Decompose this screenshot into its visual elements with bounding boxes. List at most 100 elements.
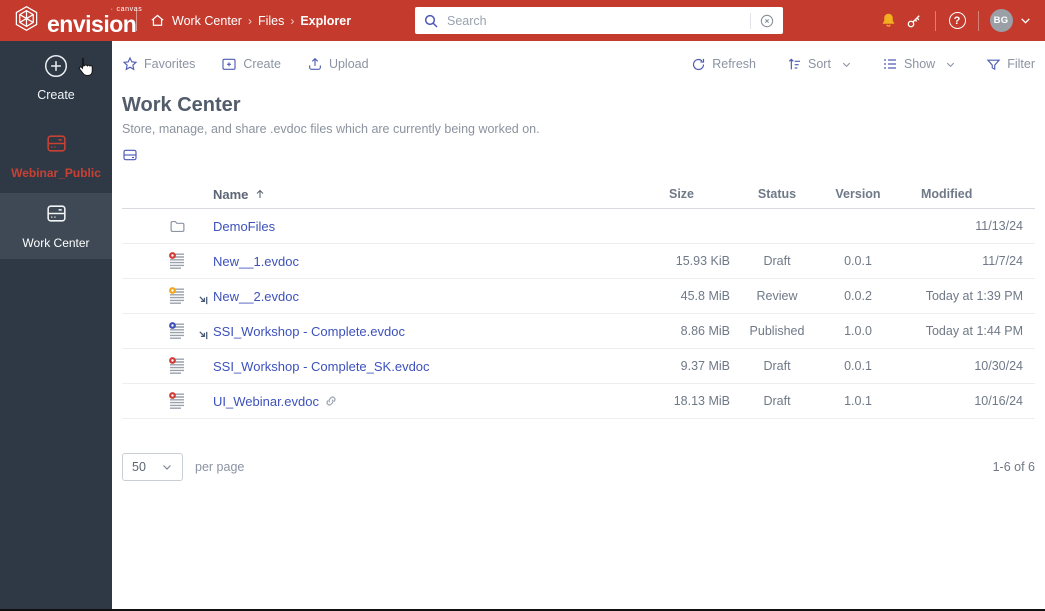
notifications-bell-icon[interactable] [875,8,901,34]
sort-ascending-icon [257,189,264,198]
file-status: Draft [763,394,791,408]
app-window: envision canvas Work Center › Files › Ex… [0,0,1045,611]
pagination-footer: 50 per page 1-6 of 6 [122,453,1035,481]
logo-canvas-label: canvas [111,6,143,13]
sidebar: Create Webinar_Public Work Center [0,41,112,609]
file-name-link[interactable]: SSI_Workshop - Complete.evdoc [213,324,405,339]
sidebar-item-label: Work Center [22,236,90,250]
sort-icon [788,58,800,70]
per-page-label: per page [195,460,245,474]
evdoc-icon [169,287,185,305]
result-range: 1-6 of 6 [992,460,1035,474]
file-name-link[interactable]: SSI_Workshop - Complete_SK.evdoc [213,359,430,374]
sidebar-item-webinar-public[interactable]: Webinar_Public [0,123,112,189]
workspace-drive-icon [46,205,66,222]
file-modified: 11/13/24 [975,219,1023,233]
file-status: Review [756,289,798,303]
evdoc-icon [169,322,185,340]
upload-button[interactable]: Upload [307,56,369,72]
chevron-down-icon [842,62,851,67]
checked-out-icon [198,329,209,344]
table-row[interactable]: SSI_Workshop - Complete_SK.evdoc 9.37 Mi… [122,349,1035,384]
table-row[interactable]: DemoFiles 11/13/24 [122,209,1035,244]
user-menu-chevron-icon[interactable] [1015,8,1035,34]
sidebar-create-button[interactable]: Create [0,41,112,102]
file-modified: Today at 1:39 PM [925,289,1023,303]
search-input[interactable] [447,13,750,28]
table-row[interactable]: New__1.evdoc 15.93 KiB Draft 0.0.1 11/7/… [122,244,1035,279]
upload-icon [309,57,321,70]
home-icon[interactable] [148,8,166,34]
column-header-size[interactable]: Size [565,187,730,201]
page-title: Work Center [122,94,241,116]
file-version: 0.0.1 [844,254,872,268]
folder-icon [169,218,186,235]
table-header-row: Name Size Status Version Modified [122,180,1035,209]
list-view-icon [883,59,896,69]
file-status: Published [749,324,805,338]
key-icon[interactable] [901,8,927,34]
per-page-select[interactable]: 50 [122,453,183,481]
sidebar-item-work-center[interactable]: Work Center [0,193,112,259]
breadcrumb-item-explorer: Explorer [300,13,352,28]
file-name-link[interactable]: New__2.evdoc [213,289,299,304]
file-version: 0.0.1 [844,359,872,373]
page-subtitle: Store, manage, and share .evdoc files wh… [122,122,540,136]
search-clear-icon[interactable] [759,13,775,29]
search-divider [750,12,751,29]
search-box [415,7,783,34]
breadcrumb-item-work-center[interactable]: Work Center [172,14,242,28]
column-header-modified[interactable]: Modified [892,187,1035,201]
table-body: DemoFiles 11/13/24 New__1.evdoc 15.93 Ki… [122,209,1035,419]
app-logo[interactable]: envision canvas [13,5,142,37]
evdoc-icon [169,357,185,375]
breadcrumb-item-files[interactable]: Files [258,14,284,28]
topbar-actions: ? BG [875,0,1035,41]
table-row[interactable]: SSI_Workshop - Complete.evdoc 8.86 MiB P… [122,314,1035,349]
filter-funnel-icon [986,59,1001,70]
file-status: Draft [763,254,791,268]
file-version: 0.0.2 [844,289,872,303]
file-modified: 11/7/24 [982,254,1023,268]
breadcrumb: Work Center › Files › Explorer [148,0,351,41]
topbar-actions-divider [935,10,936,31]
file-size: 18.13 MiB [673,394,730,408]
file-modified: 10/16/24 [974,394,1023,408]
view-toggle-icon[interactable] [122,147,138,168]
file-version: 1.0.0 [844,324,872,338]
folder-plus-icon [222,58,236,70]
evdoc-icon [169,252,185,270]
column-header-name[interactable]: Name [213,187,266,202]
link-icon [324,394,338,408]
create-button[interactable]: Create [221,56,281,72]
file-size: 9.37 MiB [680,359,730,373]
column-header-version[interactable]: Version [824,187,892,201]
evdoc-icon [169,392,185,410]
file-name-link[interactable]: DemoFiles [213,219,275,234]
table-row[interactable]: New__2.evdoc 45.8 MiB Review 0.0.2 Today… [122,279,1035,314]
show-button[interactable]: Show [882,56,956,72]
favorites-button[interactable]: Favorites [122,56,195,72]
file-modified: 10/30/24 [974,359,1023,373]
file-size: 8.86 MiB [680,324,730,338]
plus-circle-icon [44,54,68,78]
sidebar-item-label: Webinar_Public [11,166,101,180]
file-size: 15.93 KiB [675,254,730,268]
help-icon[interactable]: ? [944,8,970,34]
file-status: Draft [763,359,791,373]
file-name-link[interactable]: New__1.evdoc [213,254,299,269]
table-row[interactable]: UI_Webinar.evdoc 18.13 MiB Draft 1.0.1 1… [122,384,1035,419]
workspace-drive-icon [46,135,66,152]
envision-hexagon-icon [13,5,40,37]
sidebar-create-label: Create [37,88,75,102]
refresh-button[interactable]: Refresh [691,57,756,72]
file-name-link[interactable]: UI_Webinar.evdoc [213,394,319,409]
file-modified: Today at 1:44 PM [925,324,1023,338]
file-version: 1.0.1 [844,394,872,408]
sort-button[interactable]: Sort [786,56,852,72]
column-header-status[interactable]: Status [730,187,824,201]
filter-button[interactable]: Filter [986,57,1035,72]
user-avatar[interactable]: BG [987,8,1015,34]
topbar-divider [136,10,137,31]
breadcrumb-separator-icon: › [247,13,252,28]
